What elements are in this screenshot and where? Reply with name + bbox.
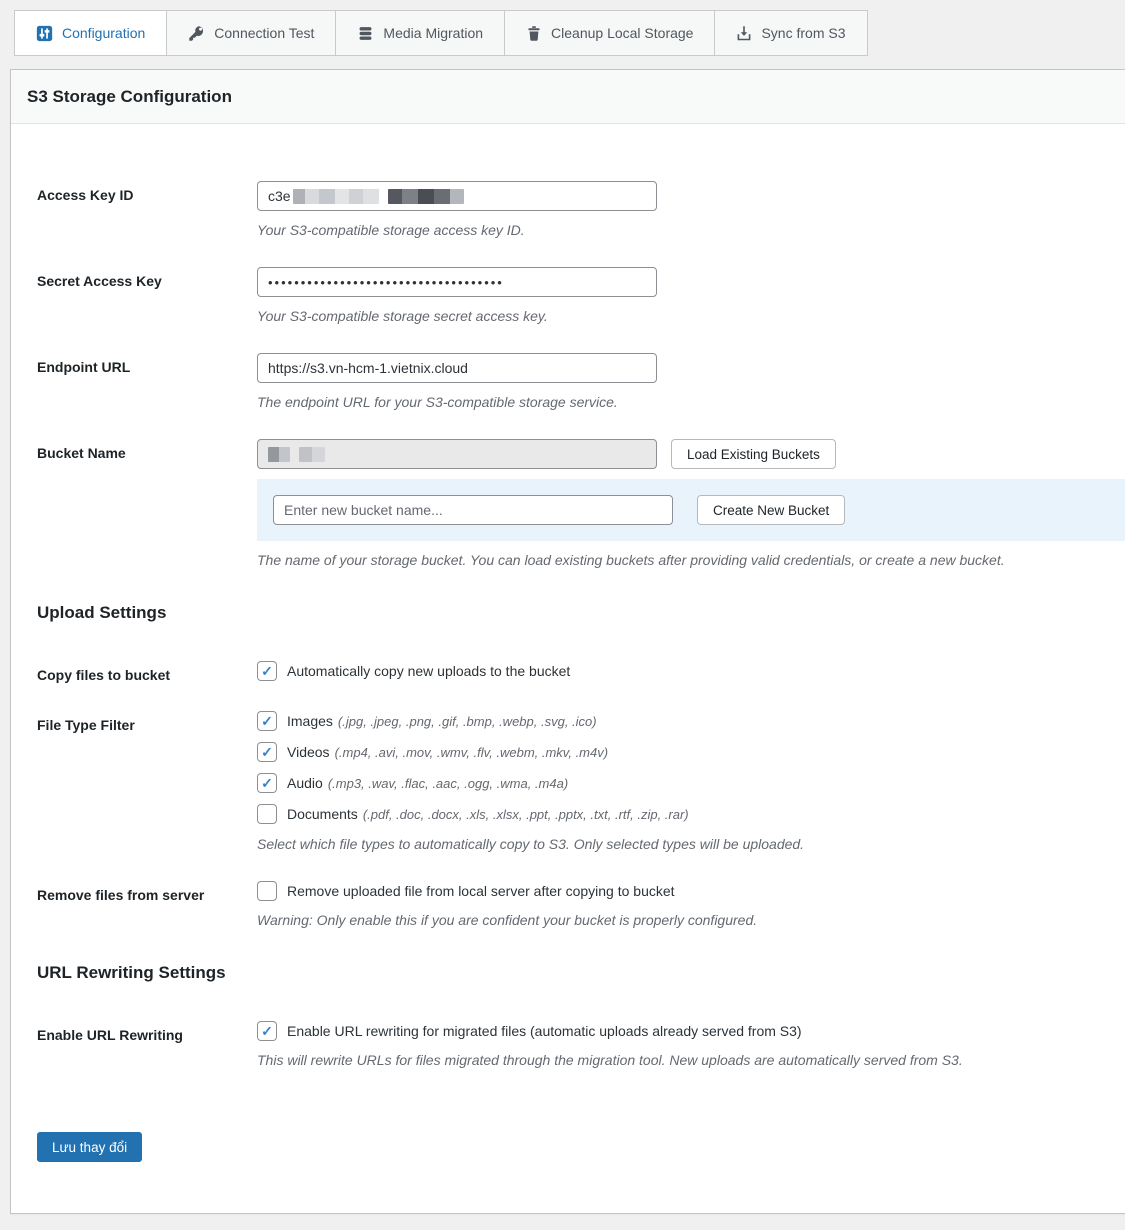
tab-bar: Configuration Connection Test Media Migr… bbox=[0, 0, 1125, 56]
remove-files-checkbox[interactable] bbox=[257, 881, 277, 901]
tab-label: Cleanup Local Storage bbox=[551, 25, 693, 41]
images-label: Images(.jpg, .jpeg, .png, .gif, .bmp, .w… bbox=[287, 713, 597, 729]
panel-title: S3 Storage Configuration bbox=[27, 85, 1116, 108]
audio-extensions: (.mp3, .wav, .flac, .aac, .ogg, .wma, .m… bbox=[328, 776, 568, 791]
tab-label: Connection Test bbox=[214, 25, 314, 41]
copy-files-checkbox-row[interactable]: Automatically copy new uploads to the bu… bbox=[257, 661, 1125, 681]
copy-files-row: Copy files to bucket Automatically copy … bbox=[37, 661, 1125, 683]
endpoint-input[interactable] bbox=[257, 353, 657, 383]
url-rewriting-heading: URL Rewriting Settings bbox=[37, 963, 1125, 983]
audio-label: Audio(.mp3, .wav, .flac, .aac, .ogg, .wm… bbox=[287, 775, 568, 791]
panel-header: S3 Storage Configuration bbox=[11, 70, 1125, 124]
enable-url-rewriting-checkbox-row[interactable]: Enable URL rewriting for migrated files … bbox=[257, 1021, 1125, 1041]
remove-files-checkbox-row[interactable]: Remove uploaded file from local server a… bbox=[257, 881, 1125, 901]
save-button[interactable]: Lưu thay đổi bbox=[37, 1132, 142, 1162]
new-bucket-panel: Create New Bucket bbox=[257, 479, 1125, 541]
documents-extensions: (.pdf, .doc, .docx, .xls, .xlsx, .ppt, .… bbox=[363, 807, 689, 822]
endpoint-description: The endpoint URL for your S3-compatible … bbox=[257, 393, 1125, 411]
trash-icon bbox=[526, 25, 542, 42]
access-key-row: Access Key ID c3e Your S3-compatible sto… bbox=[37, 181, 1125, 239]
bucket-name-input[interactable] bbox=[257, 439, 657, 469]
settings-panel: S3 Storage Configuration Access Key ID c… bbox=[10, 69, 1125, 1214]
secret-key-masked-value: •••••••••••••••••••••••••••••••••••• bbox=[268, 275, 504, 290]
copy-files-checkbox-label: Automatically copy new uploads to the bu… bbox=[287, 663, 570, 679]
tab-label: Configuration bbox=[62, 25, 145, 41]
remove-files-checkbox-label: Remove uploaded file from local server a… bbox=[287, 883, 675, 899]
documents-checkbox[interactable] bbox=[257, 804, 277, 824]
secret-key-description: Your S3-compatible storage secret access… bbox=[257, 307, 1125, 325]
file-type-filter-row: File Type Filter Images(.jpg, .jpeg, .pn… bbox=[37, 711, 1125, 853]
bucket-description: The name of your storage bucket. You can… bbox=[257, 551, 1125, 569]
enable-url-rewriting-row: Enable URL Rewriting Enable URL rewritin… bbox=[37, 1021, 1125, 1069]
redaction-blur bbox=[268, 447, 290, 462]
videos-extensions: (.mp4, .avi, .mov, .wmv, .flv, .webm, .m… bbox=[335, 745, 609, 760]
access-key-label: Access Key ID bbox=[37, 181, 257, 239]
access-key-visible-text: c3e bbox=[268, 188, 291, 204]
secret-key-row: Secret Access Key ••••••••••••••••••••••… bbox=[37, 267, 1125, 325]
access-key-description: Your S3-compatible storage access key ID… bbox=[257, 221, 1125, 239]
documents-label: Documents(.pdf, .doc, .docx, .xls, .xlsx… bbox=[287, 806, 689, 822]
tab-label: Media Migration bbox=[383, 25, 483, 41]
remove-files-label: Remove files from server bbox=[37, 881, 257, 929]
filetype-documents-row[interactable]: Documents(.pdf, .doc, .docx, .xls, .xlsx… bbox=[257, 804, 1125, 824]
redaction-blur bbox=[293, 189, 379, 204]
redaction-blur bbox=[299, 447, 325, 462]
tab-connection-test[interactable]: Connection Test bbox=[166, 10, 336, 56]
settings-icon bbox=[36, 25, 53, 42]
tab-sync-from-s3[interactable]: Sync from S3 bbox=[714, 10, 867, 56]
enable-url-rewriting-label: Enable URL Rewriting bbox=[37, 1021, 257, 1069]
filetype-audio-row[interactable]: Audio(.mp3, .wav, .flac, .aac, .ogg, .wm… bbox=[257, 773, 1125, 793]
access-key-input[interactable]: c3e bbox=[257, 181, 657, 211]
url-rewriting-description: This will rewrite URLs for files migrate… bbox=[257, 1051, 1125, 1069]
database-icon bbox=[357, 25, 374, 42]
endpoint-label: Endpoint URL bbox=[37, 353, 257, 411]
upload-settings-heading: Upload Settings bbox=[37, 603, 1125, 623]
bucket-label: Bucket Name bbox=[37, 439, 257, 569]
redaction-blur bbox=[388, 189, 464, 204]
tab-cleanup-local-storage[interactable]: Cleanup Local Storage bbox=[504, 10, 715, 56]
images-extensions: (.jpg, .jpeg, .png, .gif, .bmp, .webp, .… bbox=[338, 714, 597, 729]
videos-checkbox[interactable] bbox=[257, 742, 277, 762]
bucket-row: Bucket Name Load Existing Buckets Create… bbox=[37, 439, 1125, 569]
tab-configuration[interactable]: Configuration bbox=[14, 10, 167, 56]
panel-body: Access Key ID c3e Your S3-compatible sto… bbox=[11, 124, 1125, 1210]
create-new-bucket-button[interactable]: Create New Bucket bbox=[697, 495, 845, 525]
file-type-filter-description: Select which file types to automatically… bbox=[257, 835, 1125, 853]
key-icon bbox=[188, 25, 205, 42]
filetype-videos-row[interactable]: Videos(.mp4, .avi, .mov, .wmv, .flv, .we… bbox=[257, 742, 1125, 762]
enable-url-rewriting-checkbox[interactable] bbox=[257, 1021, 277, 1041]
copy-files-label: Copy files to bucket bbox=[37, 661, 257, 683]
endpoint-row: Endpoint URL The endpoint URL for your S… bbox=[37, 353, 1125, 411]
enable-url-rewriting-checkbox-label: Enable URL rewriting for migrated files … bbox=[287, 1023, 802, 1039]
audio-checkbox[interactable] bbox=[257, 773, 277, 793]
tab-media-migration[interactable]: Media Migration bbox=[335, 10, 505, 56]
remove-files-warning: Warning: Only enable this if you are con… bbox=[257, 911, 1125, 929]
secret-key-input[interactable]: •••••••••••••••••••••••••••••••••••• bbox=[257, 267, 657, 297]
tab-label: Sync from S3 bbox=[761, 25, 845, 41]
secret-key-label: Secret Access Key bbox=[37, 267, 257, 325]
file-type-filter-label: File Type Filter bbox=[37, 711, 257, 853]
remove-files-row: Remove files from server Remove uploaded… bbox=[37, 881, 1125, 929]
download-icon bbox=[736, 25, 752, 42]
images-checkbox[interactable] bbox=[257, 711, 277, 731]
new-bucket-name-input[interactable] bbox=[273, 495, 673, 525]
videos-label: Videos(.mp4, .avi, .mov, .wmv, .flv, .we… bbox=[287, 744, 608, 760]
filetype-images-row[interactable]: Images(.jpg, .jpeg, .png, .gif, .bmp, .w… bbox=[257, 711, 1125, 731]
load-existing-buckets-button[interactable]: Load Existing Buckets bbox=[671, 439, 836, 469]
copy-files-checkbox[interactable] bbox=[257, 661, 277, 681]
